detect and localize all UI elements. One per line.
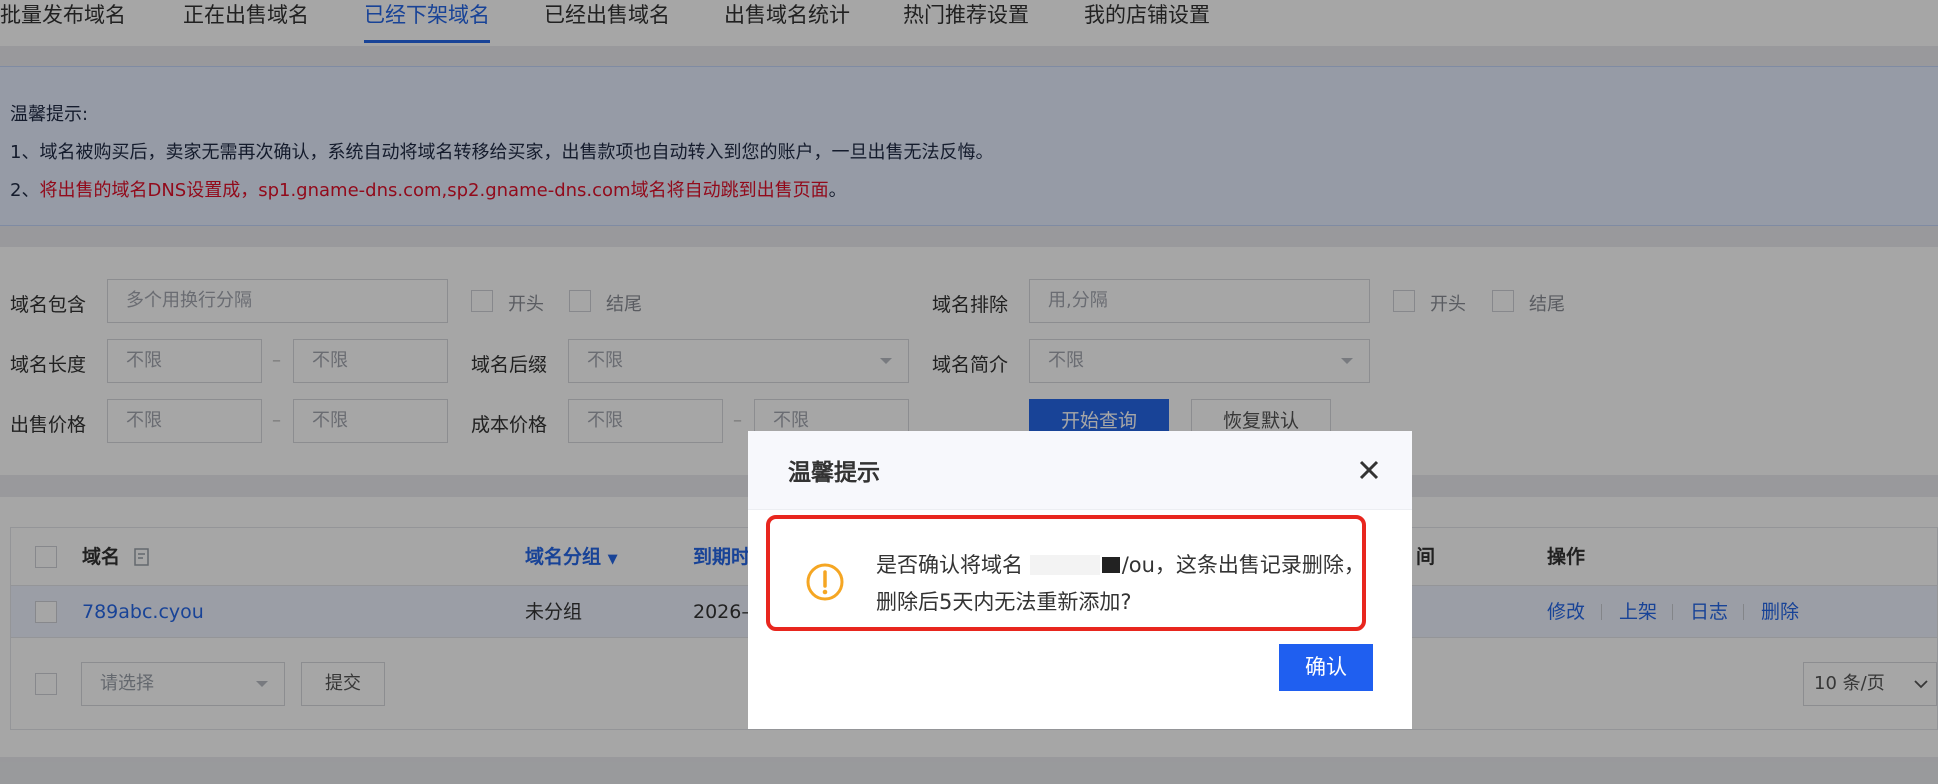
dialog-header: 温馨提示 (748, 431, 1412, 510)
close-icon[interactable] (1352, 453, 1386, 487)
redacted-block (1101, 557, 1120, 573)
redacted-domain (1029, 555, 1100, 575)
confirm-button[interactable]: 确认 (1279, 644, 1373, 691)
warning-icon (806, 563, 844, 601)
message-highlight-box: 是否确认将域名 /ou，这条出售记录删除， 删除后5天内无法重新添加? (766, 515, 1366, 631)
dialog-message: 是否确认将域名 /ou，这条出售记录删除， 删除后5天内无法重新添加? (876, 553, 1365, 614)
confirm-dialog: 温馨提示 是否确认将域名 /ou，这条出售记录删除， 删除后5天内无法重新添加?… (748, 431, 1412, 729)
dialog-title: 温馨提示 (788, 460, 880, 486)
